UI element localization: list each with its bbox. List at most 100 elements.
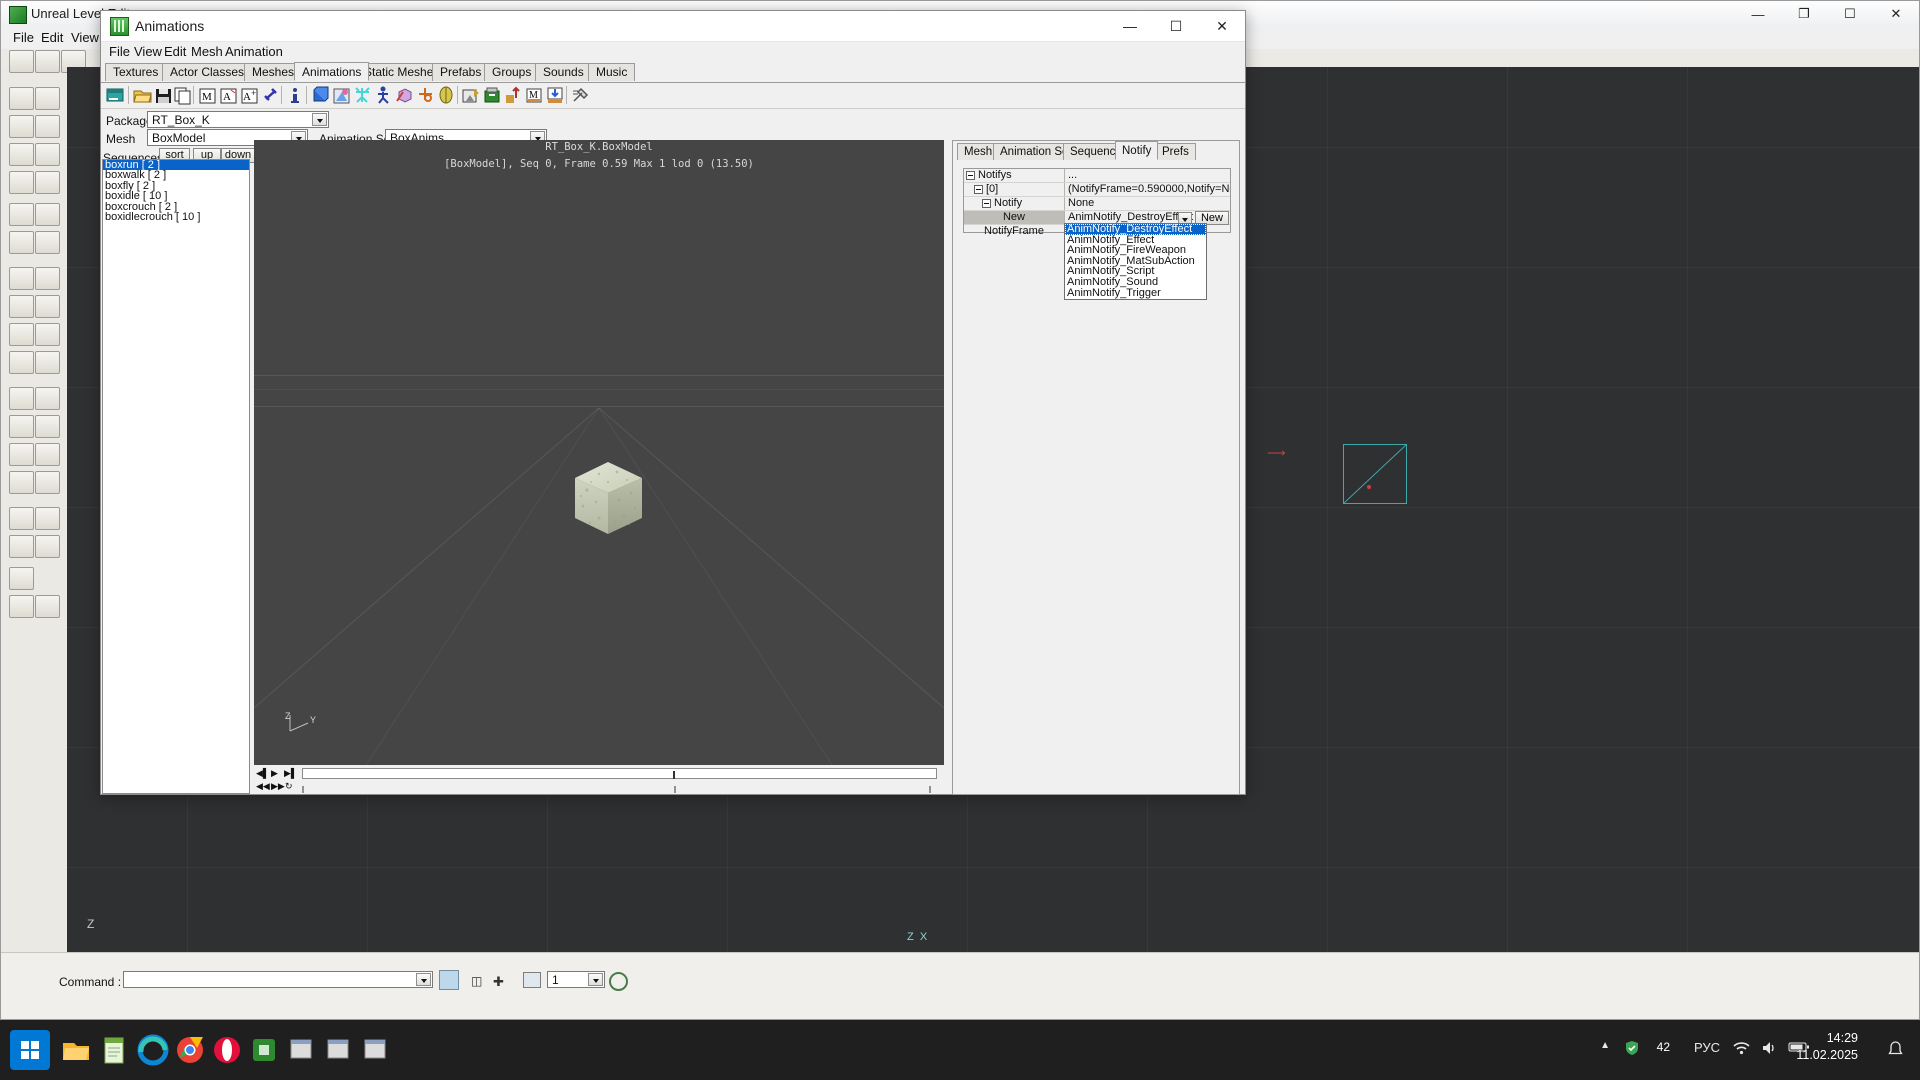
timeline-track[interactable] — [302, 768, 937, 779]
tab-prefs[interactable]: Prefs — [1155, 143, 1196, 160]
rail-tetra-icon[interactable] — [9, 351, 34, 374]
rail-extra-icon[interactable] — [35, 595, 60, 618]
package-dropdown-arrow[interactable] — [312, 113, 327, 126]
snap-grid-icon[interactable] — [523, 972, 541, 988]
editor-menu-view[interactable]: View — [71, 30, 99, 45]
clock[interactable]: 14:29 11.02.2025 — [1796, 1030, 1858, 1064]
maximize-viewport-icon[interactable] — [609, 972, 628, 991]
editor-minimize-button[interactable]: — — [1735, 1, 1781, 27]
rotation-grid-icon[interactable]: ◫ — [471, 974, 482, 988]
rail-mesh-icon[interactable] — [9, 415, 34, 438]
window-icon-2[interactable] — [318, 1030, 358, 1070]
rail-csg-add-icon[interactable] — [9, 203, 34, 226]
vertex-colors-icon[interactable] — [331, 85, 352, 106]
chrome-icon[interactable] — [170, 1030, 210, 1070]
shield-icon[interactable] — [1624, 1040, 1640, 1059]
tab-actor-classes[interactable]: Actor Classes — [162, 63, 253, 81]
rail-measure-icon[interactable] — [9, 567, 34, 590]
copy-icon[interactable] — [172, 85, 193, 106]
rail-spotlight-icon[interactable] — [35, 387, 60, 410]
batch-import-icon[interactable] — [545, 85, 566, 106]
editor-menu-file[interactable]: File — [13, 30, 34, 45]
rail-browser-icon[interactable] — [9, 595, 34, 618]
file-explorer-icon[interactable] — [56, 1030, 96, 1070]
menu-animation[interactable]: Animation — [225, 44, 283, 59]
drag-grid-toggle[interactable] — [439, 970, 459, 990]
tab-prefabs[interactable]: Prefabs — [432, 63, 490, 81]
rail-build-icon[interactable] — [35, 507, 60, 530]
package-select[interactable]: RT_Box_K — [147, 111, 329, 128]
property-row[interactable]: Notifys ... — [964, 169, 1230, 183]
shape-icon[interactable] — [436, 85, 457, 106]
list-item[interactable]: boxidlecrouch [ 10 ] — [103, 211, 249, 222]
bones-icon[interactable] — [373, 85, 394, 106]
transport-prev-icon[interactable]: ◀▌ — [256, 768, 269, 779]
collapse-twisty-icon[interactable] — [982, 199, 991, 208]
animation-preview-viewport[interactable]: RT_Box_K.BoxModel [BoxModel], Seq 0, Fra… — [254, 140, 944, 765]
collapse-twisty-icon[interactable] — [966, 171, 975, 180]
notepad-icon[interactable] — [94, 1030, 134, 1070]
rail-texture-icon[interactable] — [9, 443, 34, 466]
menu-mesh[interactable]: Mesh — [191, 44, 223, 59]
rail-csg-inter-icon[interactable] — [9, 231, 34, 254]
rail-new-icon[interactable] — [9, 50, 34, 73]
editor-restore-button[interactable]: ☐ — [1827, 1, 1873, 27]
tab-animations[interactable]: Animations — [294, 62, 370, 81]
rail-terrain-icon[interactable] — [35, 143, 60, 166]
scale-grid-icon[interactable]: ✚ — [493, 974, 504, 990]
collapse-twisty-icon[interactable] — [974, 185, 983, 194]
rail-camera-icon[interactable] — [9, 87, 34, 110]
save-package-icon[interactable] — [153, 85, 174, 106]
animations-maximize-button[interactable]: ☐ — [1153, 11, 1199, 41]
editor-menu-edit[interactable]: Edit — [41, 30, 63, 45]
menu-file[interactable]: File — [109, 44, 130, 59]
command-dropdown-arrow[interactable] — [416, 973, 431, 986]
transport-next-icon[interactable]: ▶▌ — [284, 768, 297, 779]
rail-open-icon[interactable] — [35, 50, 60, 73]
tools-icon[interactable] — [570, 85, 591, 106]
mesh-properties-icon[interactable]: M — [197, 85, 218, 106]
tab-music[interactable]: Music — [588, 63, 636, 81]
rail-csg-deinter-icon[interactable] — [35, 231, 60, 254]
open-package-icon[interactable] — [132, 85, 153, 106]
rail-mov-icon[interactable] — [9, 171, 34, 194]
rail-grid-icon[interactable] — [35, 535, 60, 558]
grid-size-select[interactable]: 1 — [547, 971, 605, 988]
bounds-icon[interactable] — [310, 85, 331, 106]
property-row[interactable]: Notify None — [964, 197, 1230, 211]
editor-close-button[interactable]: ✕ — [1873, 1, 1919, 27]
start-icon[interactable] — [10, 1030, 50, 1070]
rail-emitter-icon[interactable] — [35, 415, 60, 438]
dropdown-option[interactable]: AnimNotify_Sound — [1065, 277, 1206, 288]
anim-properties-icon[interactable]: A — [218, 85, 239, 106]
anim-add-icon[interactable]: A + — [239, 85, 260, 106]
rail-cylinder-icon[interactable] — [35, 267, 60, 290]
rail-showflags-icon[interactable] — [9, 471, 34, 494]
editor-maximize-button[interactable]: ❐ — [1781, 1, 1827, 27]
language-indicator[interactable]: РУС — [1694, 1040, 1720, 1055]
rail-sheet-icon[interactable] — [9, 323, 34, 346]
notify-class-dropdown-list[interactable]: AnimNotify_DestroyEffect AnimNotify_Effe… — [1064, 223, 1207, 300]
rail-vertex-icon[interactable] — [9, 143, 34, 166]
dropdown-option[interactable]: AnimNotify_Trigger — [1065, 287, 1206, 299]
window-icon-1[interactable] — [281, 1030, 321, 1070]
rail-pivot-icon[interactable] — [35, 471, 60, 494]
wifi-icon[interactable] — [1733, 1040, 1750, 1059]
rail-sphere-icon[interactable] — [35, 351, 60, 374]
rail-stair-icon[interactable] — [35, 295, 60, 318]
rail-volume-icon[interactable] — [35, 323, 60, 346]
sequence-import-icon[interactable] — [503, 85, 524, 106]
animations-close-button[interactable]: ✕ — [1199, 11, 1245, 41]
sequences-list[interactable]: boxrun [ 2 ] boxwalk [ 2 ] boxfly [ 2 ] … — [102, 159, 250, 794]
chevron-up-icon[interactable]: ▲ — [1600, 1040, 1610, 1051]
dropdown-option[interactable]: AnimNotify_DestroyEffect — [1065, 224, 1206, 235]
rail-cone-icon[interactable] — [9, 295, 34, 318]
info-icon[interactable] — [285, 85, 306, 106]
transport-first-icon[interactable]: ◀◀ — [256, 781, 270, 792]
rail-brush-icon[interactable] — [35, 171, 60, 194]
rail-surface-icon[interactable] — [35, 443, 60, 466]
transport-play-icon[interactable]: ▶ — [271, 768, 282, 779]
link-icon[interactable] — [260, 85, 281, 106]
notification-center-icon[interactable] — [1887, 1040, 1904, 1061]
grid-size-arrow[interactable] — [588, 973, 603, 986]
